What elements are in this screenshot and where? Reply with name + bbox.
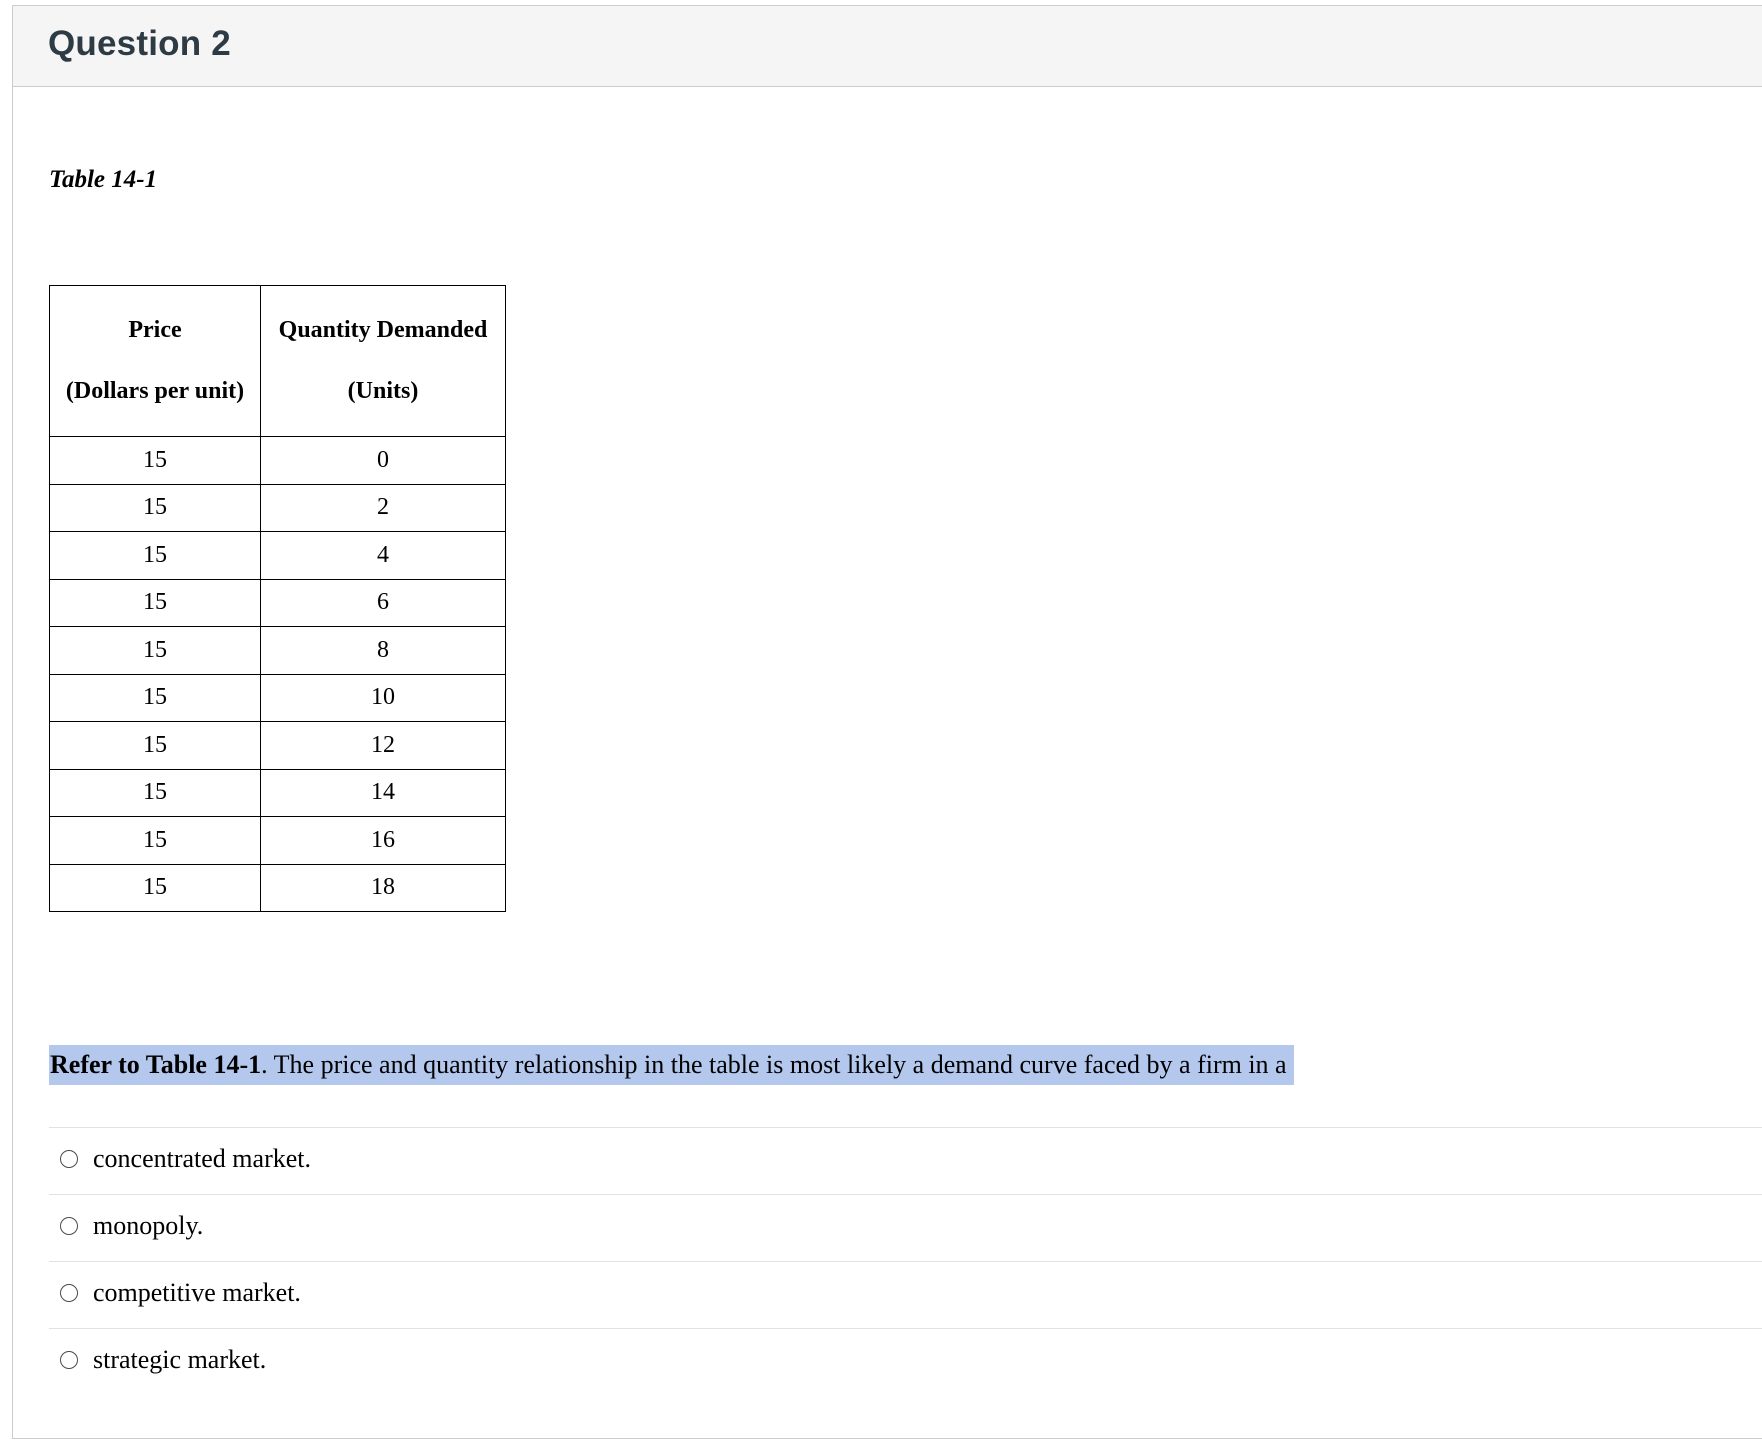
price-cell: 15 — [49, 531, 261, 580]
answer-option[interactable]: strategic market. — [49, 1328, 1762, 1395]
price-cell: 15 — [49, 721, 261, 770]
price-cell: 15 — [49, 816, 261, 865]
quantity-cell: 2 — [260, 483, 506, 532]
question-title: Question 2 — [48, 24, 231, 63]
table-caption: Table 14-1 — [49, 166, 158, 193]
quantity-cell: 8 — [260, 626, 506, 675]
quantity-cell: 12 — [260, 721, 506, 770]
table-reference: Refer to Table 14-1 — [50, 1050, 262, 1079]
price-column-header: Price (Dollars per unit) — [49, 285, 261, 437]
table-row: 15 12 — [49, 721, 506, 770]
quantity-column-header: Quantity Demanded (Units) — [260, 285, 506, 437]
price-cell: 15 — [49, 768, 261, 817]
table-row: 15 0 — [49, 436, 506, 485]
radio-button[interactable] — [60, 1217, 78, 1235]
question-card: Question 2 Table 14-1 Price (Dollars per… — [12, 5, 1762, 1439]
answer-label[interactable]: concentrated market. — [93, 1144, 311, 1174]
answer-list: concentrated market. monopoly. competiti… — [49, 1127, 1762, 1395]
table-row: 15 18 — [49, 863, 506, 912]
table-row: 15 4 — [49, 531, 506, 580]
table-row: 15 8 — [49, 626, 506, 675]
answer-option[interactable]: competitive market. — [49, 1261, 1762, 1328]
quantity-cell: 18 — [260, 863, 506, 912]
answer-label[interactable]: monopoly. — [93, 1211, 203, 1241]
quantity-header-line2: (Units) — [347, 378, 419, 404]
answer-option[interactable]: monopoly. — [49, 1194, 1762, 1261]
quantity-cell: 4 — [260, 531, 506, 580]
price-header-line2: (Dollars per unit) — [65, 378, 245, 404]
table-row: 15 6 — [49, 578, 506, 627]
prompt-text: . The price and quantity relationship in… — [261, 1050, 1287, 1079]
table-row: 15 16 — [49, 816, 506, 865]
quantity-cell: 10 — [260, 673, 506, 722]
price-cell: 15 — [49, 673, 261, 722]
table-header-row: Price (Dollars per unit) Quantity Demand… — [49, 285, 506, 437]
answer-label[interactable]: competitive market. — [93, 1278, 301, 1308]
price-cell: 15 — [49, 578, 261, 627]
table-row: 15 14 — [49, 768, 506, 817]
radio-button[interactable] — [60, 1150, 78, 1168]
table-row: 15 10 — [49, 673, 506, 722]
quantity-header-line1: Quantity Demanded — [278, 317, 488, 343]
price-header-line1: Price — [128, 317, 182, 343]
price-cell: 15 — [49, 626, 261, 675]
radio-button[interactable] — [60, 1351, 78, 1369]
quantity-cell: 0 — [260, 436, 506, 485]
price-cell: 15 — [49, 483, 261, 532]
question-prompt: Refer to Table 14-1. The price and quant… — [49, 1045, 1294, 1085]
radio-button[interactable] — [60, 1284, 78, 1302]
answer-label[interactable]: strategic market. — [93, 1345, 266, 1375]
table-row: 15 2 — [49, 483, 506, 532]
question-header: Question 2 — [13, 6, 1762, 87]
quantity-cell: 16 — [260, 816, 506, 865]
demand-table: Price (Dollars per unit) Quantity Demand… — [49, 285, 506, 912]
answer-option[interactable]: concentrated market. — [49, 1127, 1762, 1194]
quantity-cell: 14 — [260, 768, 506, 817]
price-cell: 15 — [49, 863, 261, 912]
price-cell: 15 — [49, 436, 261, 485]
quantity-cell: 6 — [260, 578, 506, 627]
